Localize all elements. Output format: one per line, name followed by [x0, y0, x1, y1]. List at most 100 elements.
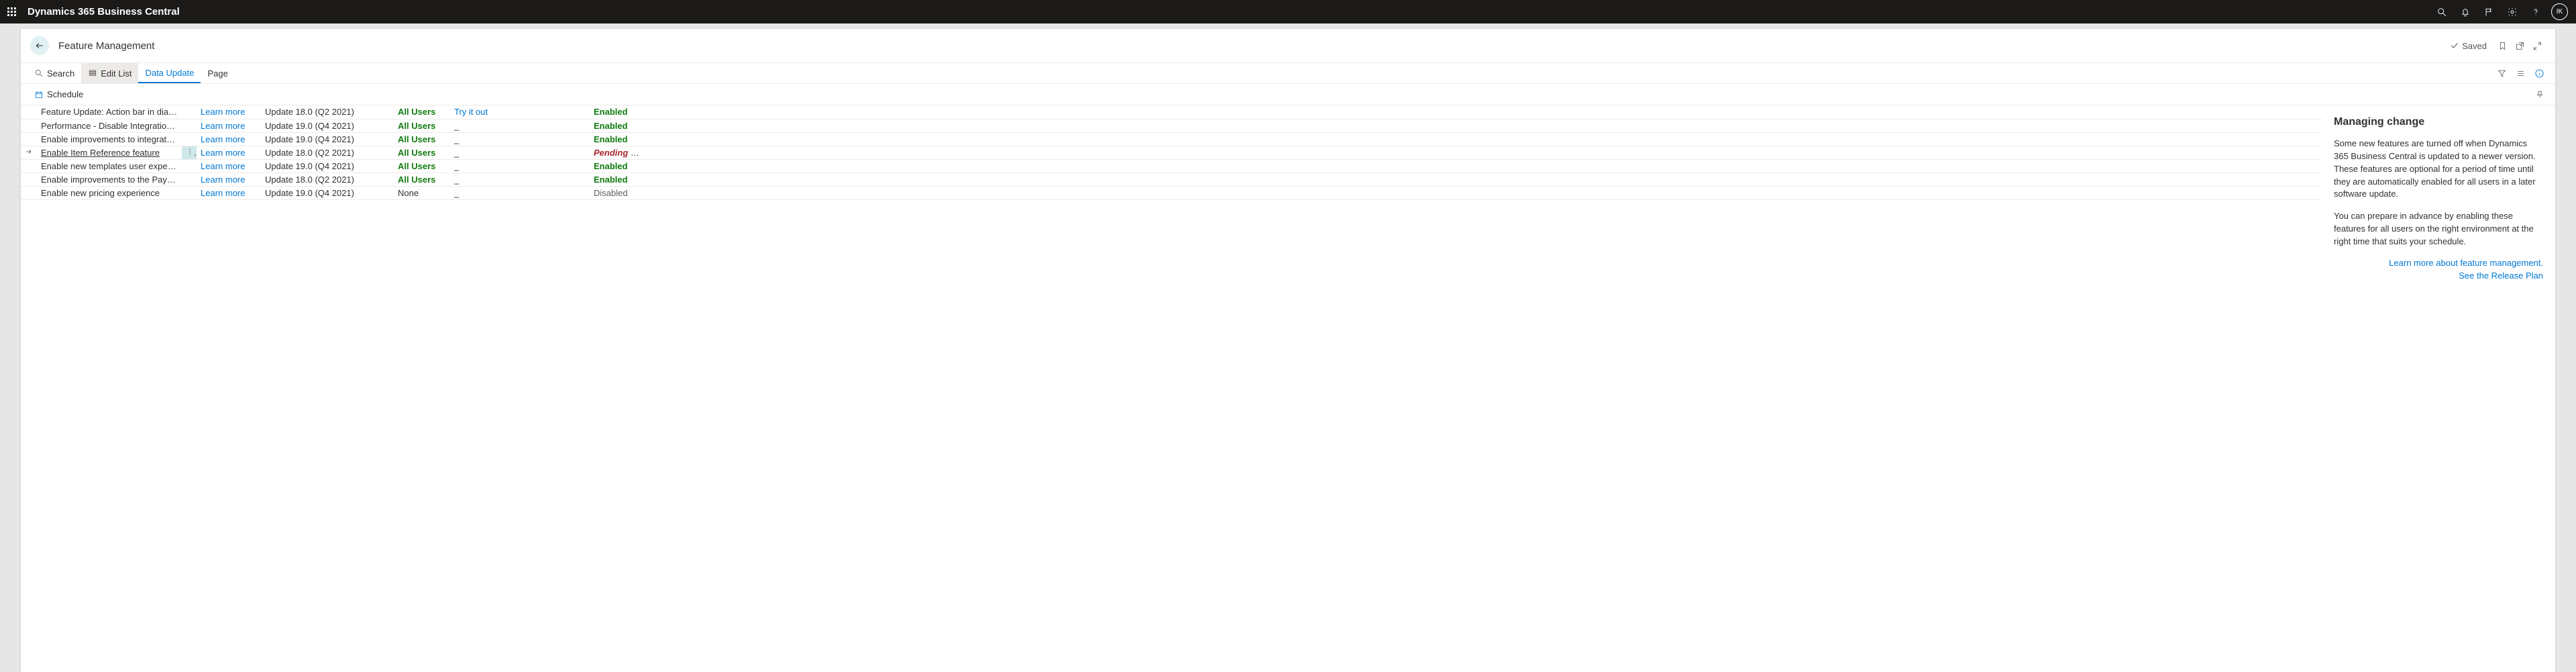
pin-icon[interactable] [2531, 86, 2548, 103]
row-menu-icon[interactable] [182, 186, 197, 199]
row-indicator-icon [21, 119, 37, 132]
learn-more-feature-mgmt-link[interactable]: Learn more about feature management. [2334, 258, 2543, 268]
schedule-button[interactable]: Schedule [28, 84, 90, 105]
table-row[interactable]: Enable improvements to integrated em... L… [21, 132, 2322, 146]
status-badge: Enabled [594, 175, 628, 185]
learn-more-link[interactable]: Learn more [201, 107, 245, 117]
learn-more-link[interactable]: Learn more [201, 121, 245, 131]
filter-icon[interactable] [2492, 64, 2511, 83]
help-icon[interactable] [2524, 0, 2547, 23]
update-version: Update 18.0 (Q2 2021) [261, 105, 394, 119]
try-placeholder: _ [454, 175, 459, 185]
app-title: Dynamics 365 Business Central [28, 6, 180, 17]
page-title: Feature Management [58, 40, 154, 52]
feature-name: Performance - Disable Integration Man... [41, 121, 182, 131]
enabled-for[interactable]: All Users [398, 175, 435, 185]
status-badge: Enabled [594, 107, 628, 117]
row-indicator-icon [21, 146, 37, 159]
search-button-label: Search [47, 68, 74, 79]
sub-command-bar: Schedule [21, 84, 2555, 105]
table-row[interactable]: Enable new templates user experience Lear… [21, 159, 2322, 173]
status-badge: Enabled [594, 161, 628, 171]
table-row[interactable]: Enable new pricing experienceLearn moreU… [21, 186, 2322, 199]
status-badge: Enabled [594, 134, 628, 144]
update-version: Update 19.0 (Q4 2021) [261, 132, 394, 146]
try-placeholder: _ [454, 134, 459, 144]
update-version: Update 18.0 (Q2 2021) [261, 173, 394, 186]
row-menu-icon[interactable] [182, 105, 197, 119]
app-launcher-icon[interactable] [0, 0, 23, 23]
saved-label: Saved [2462, 41, 2487, 51]
row-menu-icon[interactable] [182, 146, 197, 159]
user-avatar[interactable]: IK [2551, 3, 2568, 20]
update-version: Update 19.0 (Q4 2021) [261, 186, 394, 199]
data-update-tab[interactable]: Data Update [138, 63, 201, 83]
row-menu-icon[interactable] [182, 159, 197, 173]
try-placeholder: _ [454, 121, 459, 131]
row-menu-icon[interactable] [182, 173, 197, 186]
try-placeholder: _ [454, 161, 459, 171]
update-version: Update 19.0 (Q4 2021) [261, 159, 394, 173]
row-indicator-icon [21, 132, 37, 146]
command-bar: Search Edit List Data Update Page [21, 62, 2555, 84]
enabled-for[interactable]: All Users [398, 148, 435, 158]
row-indicator-icon [21, 173, 37, 186]
enabled-for[interactable]: All Users [398, 161, 435, 171]
row-indicator-icon [21, 186, 37, 199]
enabled-for[interactable]: All Users [398, 121, 435, 131]
settings-gear-icon[interactable] [2500, 0, 2524, 23]
flag-icon[interactable] [2477, 0, 2500, 23]
learn-more-link[interactable]: Learn more [201, 161, 245, 171]
side-panel-para2: You can prepare in advance by enabling t… [2334, 210, 2543, 248]
check-icon [2450, 41, 2459, 50]
try-placeholder: _ [454, 148, 459, 158]
status-badge: Pending Data... [594, 148, 646, 158]
schedule-button-label: Schedule [47, 89, 83, 99]
edit-list-button[interactable]: Edit List [81, 63, 138, 83]
table-row[interactable]: Enable improvements to the Payment R... L… [21, 173, 2322, 186]
row-indicator-icon [21, 159, 37, 173]
table-row[interactable]: Feature Update: Action bar in dialogs Lea… [21, 105, 2322, 119]
search-icon[interactable] [2430, 0, 2453, 23]
feature-name[interactable]: Enable Item Reference feature [41, 148, 160, 158]
update-version: Update 19.0 (Q4 2021) [261, 119, 394, 132]
page-card: Feature Management Saved Search [21, 29, 2555, 672]
table-row[interactable]: Performance - Disable Integration Man...… [21, 119, 2322, 132]
enabled-for[interactable]: None [398, 188, 419, 198]
edit-list-button-label: Edit List [101, 68, 131, 79]
release-plan-link[interactable]: See the Release Plan [2334, 271, 2543, 281]
list-view-icon[interactable] [2511, 64, 2530, 83]
back-button[interactable] [30, 36, 49, 55]
row-menu-icon[interactable] [182, 119, 197, 132]
feature-name: Feature Update: Action bar in dialogs [41, 107, 182, 117]
page-tab-label: Page [207, 68, 227, 79]
page-header: Feature Management Saved [21, 29, 2555, 62]
learn-more-link[interactable]: Learn more [201, 188, 245, 198]
side-panel-para1: Some new features are turned off when Dy… [2334, 138, 2543, 201]
feature-name: Enable improvements to integrated em... [41, 134, 182, 144]
status-badge: Disabled [594, 188, 628, 198]
feature-name: Enable new templates user experience [41, 161, 182, 171]
collapse-icon[interactable] [2528, 37, 2546, 54]
table-row[interactable]: Enable Item Reference feature Learn more U… [21, 146, 2322, 159]
learn-more-link[interactable]: Learn more [201, 134, 245, 144]
search-button[interactable]: Search [28, 63, 81, 83]
learn-more-link[interactable]: Learn more [201, 175, 245, 185]
page-tab[interactable]: Page [201, 63, 234, 83]
popout-icon[interactable] [2511, 37, 2528, 54]
try-placeholder: _ [454, 188, 459, 198]
enabled-for[interactable]: All Users [398, 107, 435, 117]
try-it-out-link[interactable]: Try it out [454, 107, 488, 117]
info-panel-icon[interactable] [2530, 64, 2548, 83]
row-menu-icon[interactable] [182, 132, 197, 146]
learn-more-link[interactable]: Learn more [201, 148, 245, 158]
enabled-for[interactable]: All Users [398, 134, 435, 144]
row-indicator-icon [21, 105, 37, 119]
feature-grid: Feature Update: Action bar in dialogs Lea… [21, 105, 2322, 672]
update-version: Update 18.0 (Q2 2021) [261, 146, 394, 159]
status-badge: Enabled [594, 121, 628, 131]
feature-name: Enable improvements to the Payment R... [41, 175, 182, 185]
bookmark-icon[interactable] [2493, 37, 2511, 54]
bell-icon[interactable] [2453, 0, 2477, 23]
saved-indicator: Saved [2450, 41, 2487, 51]
